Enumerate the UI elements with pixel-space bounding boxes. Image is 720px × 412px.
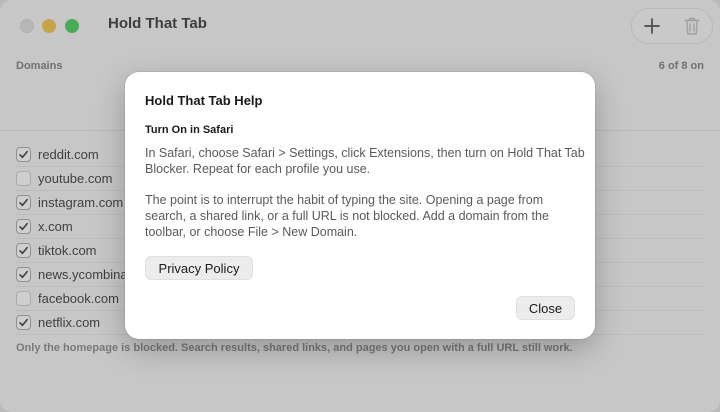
dialog-title: Hold That Tab Help xyxy=(145,93,263,108)
privacy-policy-button[interactable]: Privacy Policy xyxy=(145,256,253,280)
section-heading: Turn On in Safari xyxy=(145,124,234,136)
close-button[interactable]: Close xyxy=(516,296,575,320)
instructions-paragraph: In Safari, choose Safari > Settings, cli… xyxy=(145,146,585,176)
explanation-paragraph: The point is to interrupt the habit of t… xyxy=(145,193,549,239)
app-window: Hold That Tab Domains 6 of 8 on reddit.c… xyxy=(0,0,720,412)
help-dialog: Hold That Tab Help Turn On in Safari In … xyxy=(125,72,595,339)
